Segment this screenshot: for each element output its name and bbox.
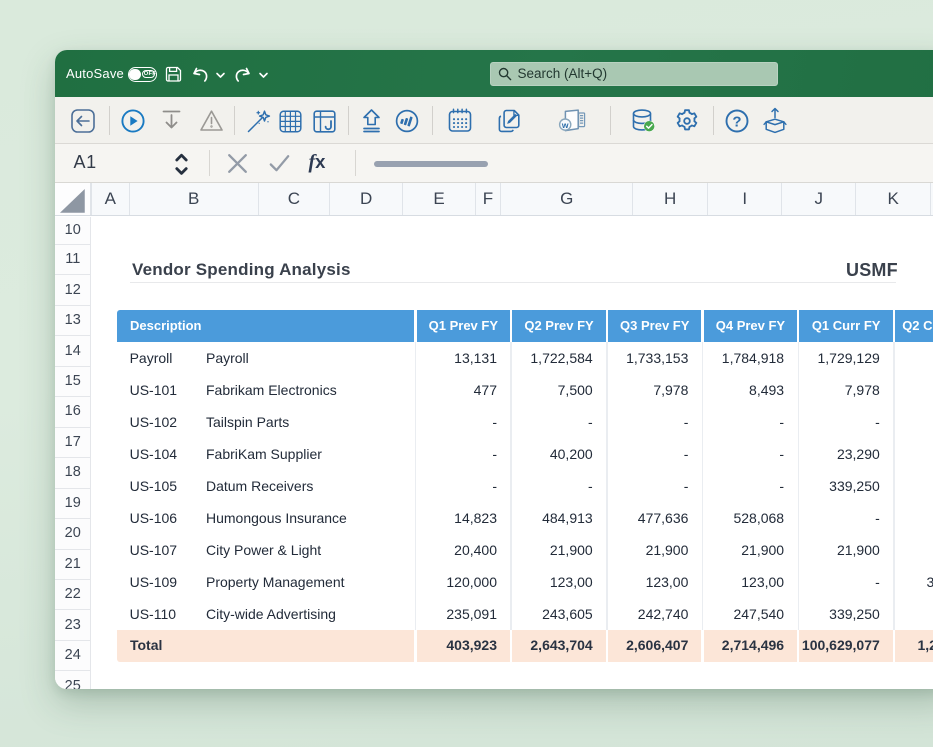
svg-text:w: w [560,120,568,130]
svg-text:?: ? [732,113,741,130]
